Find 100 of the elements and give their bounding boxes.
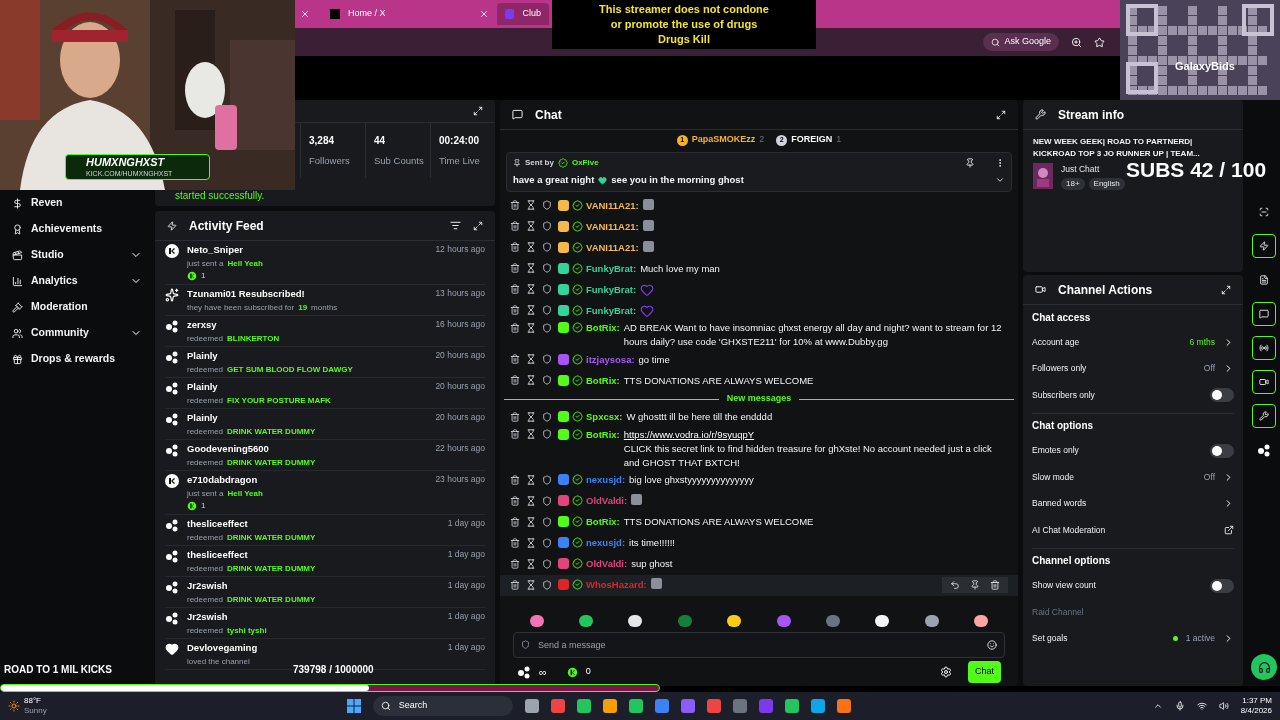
- trash-icon[interactable]: [510, 354, 520, 365]
- rail-button[interactable]: [1252, 336, 1276, 360]
- chat-username[interactable]: FunkyBrat:: [586, 282, 637, 297]
- chat-username[interactable]: BotRix:: [586, 373, 620, 388]
- hourglass-icon[interactable]: [526, 558, 536, 569]
- star-icon[interactable]: [1094, 36, 1105, 48]
- shield-icon[interactable]: [542, 263, 552, 274]
- chat-message[interactable]: VANI11A21:: [500, 237, 1018, 259]
- shield-icon[interactable]: [542, 354, 552, 365]
- trash-icon[interactable]: [990, 580, 1000, 591]
- app-icon[interactable]: [576, 699, 591, 713]
- chat-send-button[interactable]: Chat: [968, 661, 1001, 683]
- emote-icon[interactable]: [924, 615, 939, 627]
- hourglass-icon[interactable]: [526, 537, 536, 548]
- hourglass-icon[interactable]: [526, 284, 536, 295]
- sidebar-item[interactable]: Analytics: [12, 273, 78, 289]
- setting-label[interactable]: Set goals: [1032, 632, 1068, 646]
- emoji-icon[interactable]: [987, 640, 997, 650]
- shield-icon[interactable]: [542, 411, 552, 422]
- emote-icon[interactable]: [727, 615, 742, 627]
- rail-button[interactable]: [1252, 370, 1276, 394]
- app-icon[interactable]: [784, 699, 799, 713]
- hourglass-icon[interactable]: [526, 242, 536, 253]
- app-icon[interactable]: [680, 699, 695, 713]
- setting-label[interactable]: Subscribers only: [1032, 388, 1095, 402]
- hourglass-icon[interactable]: [526, 200, 536, 211]
- app-icon[interactable]: [706, 699, 721, 713]
- trash-icon[interactable]: [510, 495, 520, 506]
- trash-icon[interactable]: [510, 221, 520, 232]
- hourglass-icon[interactable]: [526, 263, 536, 274]
- chat-message[interactable]: Spxcsx: W ghosttt ill be here till the endddd: [500, 406, 1018, 428]
- shield-icon[interactable]: [542, 375, 552, 386]
- trash-icon[interactable]: [510, 263, 520, 274]
- shield-icon[interactable]: [542, 322, 552, 333]
- hourglass-icon[interactable]: [526, 579, 536, 590]
- trash-icon[interactable]: [510, 579, 520, 590]
- sidebar-item[interactable]: Moderation: [12, 299, 88, 315]
- chat-username[interactable]: FunkyBrat:: [586, 303, 637, 318]
- chat-message[interactable]: OldValdi:: [500, 490, 1018, 512]
- trash-icon[interactable]: [510, 322, 520, 333]
- zoom-icon[interactable]: [1071, 36, 1082, 48]
- shield-icon[interactable]: [542, 221, 552, 232]
- trash-icon[interactable]: [510, 558, 520, 569]
- trash-icon[interactable]: [510, 516, 520, 527]
- chat-message[interactable]: OldValdi: sup ghost: [500, 553, 1018, 575]
- emote-icon[interactable]: [628, 615, 643, 627]
- close-icon[interactable]: [479, 9, 489, 19]
- hourglass-icon[interactable]: [526, 305, 536, 316]
- hourglass-icon[interactable]: [526, 429, 536, 440]
- shield-icon[interactable]: [542, 579, 552, 590]
- trash-icon[interactable]: [510, 284, 520, 295]
- chat-username[interactable]: nexusjd:: [586, 473, 626, 488]
- rail-button[interactable]: [1252, 404, 1276, 428]
- chat-username[interactable]: VANI11A21:: [586, 240, 639, 255]
- expand-icon[interactable]: [473, 220, 483, 231]
- app-icon[interactable]: [836, 699, 851, 713]
- volume-icon[interactable]: [1218, 701, 1229, 711]
- hourglass-icon[interactable]: [526, 322, 536, 333]
- support-button[interactable]: [1251, 654, 1277, 680]
- chat-username[interactable]: nexusjd:: [586, 536, 626, 551]
- trash-icon[interactable]: [510, 200, 520, 211]
- emote-icon[interactable]: [529, 615, 544, 627]
- wifi-icon[interactable]: [1196, 701, 1207, 711]
- rail-button[interactable]: [1252, 302, 1276, 326]
- trash-icon[interactable]: [510, 537, 520, 548]
- expand-icon[interactable]: [473, 106, 483, 116]
- shield-icon[interactable]: [542, 429, 552, 440]
- chat-message[interactable]: nexusjd: big love ghxstyyyyyyyyyyyyyy: [500, 469, 1018, 491]
- chat-message[interactable]: itzjaysosa: go time: [500, 349, 1018, 371]
- hourglass-icon[interactable]: [526, 354, 536, 365]
- setting-label[interactable]: Account age: [1032, 335, 1080, 349]
- message-input[interactable]: Send a message: [513, 632, 1005, 658]
- shield-icon[interactable]: [542, 284, 552, 295]
- shield-icon[interactable]: [542, 305, 552, 316]
- chat-username[interactable]: BotRix:: [586, 321, 620, 336]
- chat-username[interactable]: OldValdi:: [586, 494, 628, 509]
- hourglass-icon[interactable]: [526, 221, 536, 232]
- chat-username[interactable]: VANI11A21:: [586, 219, 639, 234]
- sidebar-item[interactable]: Reven: [12, 195, 63, 211]
- chat-message[interactable]: FunkyBrat:: [500, 300, 1018, 322]
- app-icon[interactable]: [732, 699, 747, 713]
- toggle-switch[interactable]: [1210, 388, 1234, 403]
- shield-icon[interactable]: [542, 242, 552, 253]
- app-icon[interactable]: [628, 699, 643, 713]
- shield-icon[interactable]: [542, 537, 552, 548]
- shield-icon[interactable]: [542, 495, 552, 506]
- mic-icon[interactable]: [1174, 701, 1185, 711]
- sidebar-item[interactable]: Drops & rewards: [12, 351, 116, 367]
- chat-message[interactable]: nexusjd: its time!!!!!!: [500, 532, 1018, 554]
- app-icon[interactable]: [550, 699, 565, 713]
- app-icon[interactable]: [654, 699, 669, 713]
- browser-tab[interactable]: Home / X: [322, 3, 497, 25]
- tray-icon[interactable]: [1152, 701, 1163, 711]
- chat-message[interactable]: BotRix: https://www.vodra.io/r/9syuqpY CLICK this secret link to find hidden treasure for ghXste! No account needed just a click and GHOST THAT BXTCH!: [500, 427, 1018, 470]
- expand-icon[interactable]: [996, 109, 1006, 120]
- expand-icon[interactable]: [1221, 284, 1231, 295]
- emote-icon[interactable]: [875, 615, 890, 627]
- hourglass-icon[interactable]: [526, 375, 536, 386]
- trash-icon[interactable]: [510, 375, 520, 386]
- close-icon[interactable]: [300, 9, 310, 19]
